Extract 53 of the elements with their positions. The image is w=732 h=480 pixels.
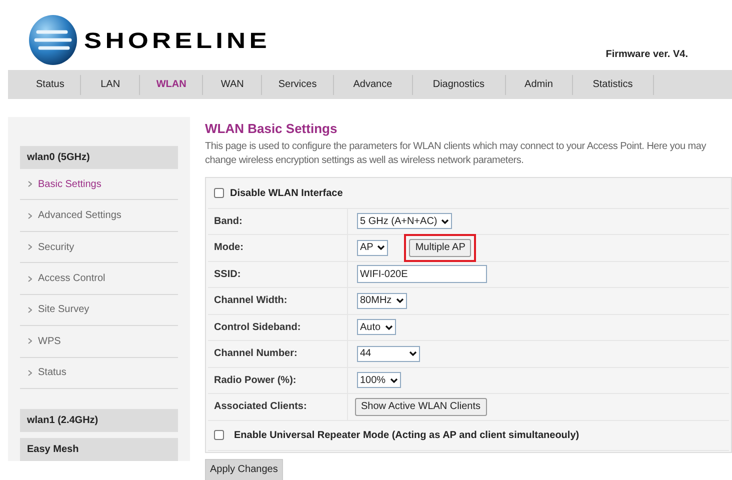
chevron-icon [28,276,32,282]
checkbox-label: Enable Universal Repeater Mode (Acting as AP and client simultaneouly) [234,428,580,442]
field-label: Channel Width: [214,294,288,308]
dropdown[interactable]: 80MHz [357,292,407,309]
logo-icon [28,14,78,66]
dropdown[interactable]: 44 [357,346,420,362]
dropdown[interactable]: 100% [357,372,401,388]
sidebar-section-header[interactable]: wlan1 (2.4GHz) [20,409,178,432]
field-label: Channel Number: [214,347,298,362]
page-title: WLAN Basic Settings [205,120,338,138]
field-label: Control Sideband: [214,320,301,335]
dropdown[interactable]: AP [357,240,388,256]
chevron-icon [28,181,32,188]
field-label: Associated Clients: [214,400,307,414]
sidebar-section-header[interactable]: wlan0 (5GHz) [20,146,178,169]
apply-changes-button[interactable]: Apply Changes [205,458,283,480]
nav-tab[interactable]: LAN [81,70,140,99]
checkbox[interactable] [214,188,224,198]
field-label: SSID: [214,268,241,282]
nav-tab[interactable]: Admin [506,70,572,99]
firmware-version: Firmware ver. V4. [606,48,688,62]
show-clients-button[interactable]: Show Active WLAN Clients [355,398,486,416]
checkbox-label: Disable WLAN Interface [230,186,343,200]
sidebar-link[interactable]: Security [38,240,74,255]
nav-tab[interactable]: Status [20,70,80,99]
sidebar-link[interactable]: Access Control [38,271,106,286]
sidebar-section-header[interactable]: Easy Mesh [20,438,178,462]
dropdown[interactable]: Auto [357,319,396,336]
logo-text: SHORELINE [84,26,270,54]
chevron-icon [28,244,32,250]
field-label: Mode: [214,241,244,256]
sidebar-link[interactable]: Advanced Settings [38,208,122,224]
checkbox[interactable] [214,430,224,440]
nav-tab[interactable]: Statistics [572,70,653,99]
ssid-input[interactable]: WIFI-020E [357,265,487,284]
sidebar-link[interactable]: WPS [38,334,61,349]
nav-tab[interactable]: Services [262,70,333,99]
sidebar-link[interactable]: Basic Settings [38,176,102,192]
page-description: This page is used to configure the parameters for WLAN clients which may connect to your Access Point. Here you may change wireless encryption settings as well as wireless network parameters. [205,140,708,168]
chevron-icon [28,212,32,219]
nav-tab[interactable]: WAN [203,70,262,99]
nav-tab[interactable]: Advance [334,70,412,99]
dropdown[interactable]: 5 GHz (A+N+AC) [357,213,452,230]
chevron-icon [28,338,32,344]
multiple-ap-button[interactable]: Multiple AP [409,238,472,257]
sidebar-link[interactable]: Site Survey [38,302,90,318]
field-label: Radio Power (%): [214,374,296,388]
chevron-icon [28,370,32,376]
chevron-icon [28,306,32,313]
sidebar-link[interactable]: Status [38,365,66,380]
field-label: Band: [214,214,242,229]
nav-tab[interactable]: WLAN [140,70,202,99]
nav-tab[interactable]: Diagnostics [412,70,505,99]
